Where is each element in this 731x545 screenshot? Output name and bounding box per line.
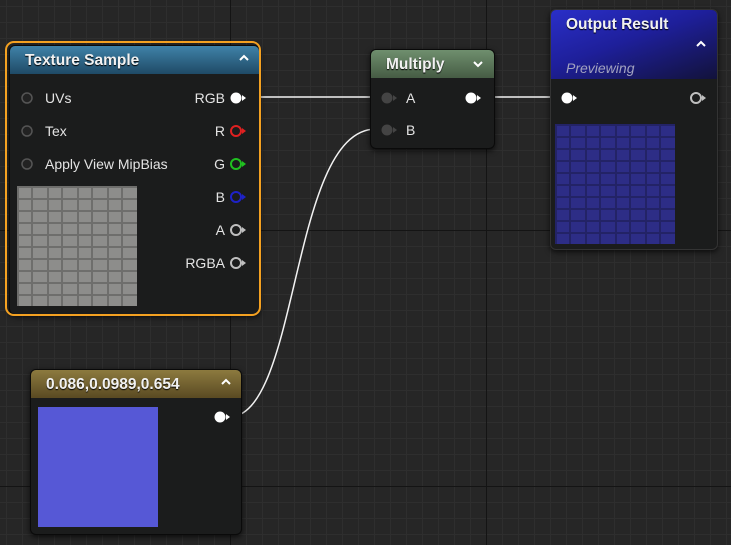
output-result-header[interactable]: Output Result Previewing [551, 10, 717, 79]
a-output-label: A [215, 222, 225, 238]
rgb-output-label: RGB [194, 90, 225, 106]
chevron-up-icon[interactable] [694, 37, 708, 51]
chevron-up-icon[interactable] [237, 51, 251, 65]
multiply-node[interactable]: Multiply A B [370, 49, 495, 149]
output-input-pin[interactable] [560, 91, 578, 105]
b-input-label: B [406, 122, 416, 138]
texture-preview-thumbnail [17, 186, 137, 306]
result-preview-thumbnail [555, 124, 675, 244]
chevron-up-icon[interactable] [219, 375, 233, 389]
rgba-output-label: RGBA [185, 255, 225, 271]
tex-input-pin[interactable] [20, 124, 38, 138]
uvs-input-pin[interactable] [20, 91, 38, 105]
output-output-pin[interactable] [689, 91, 707, 105]
a-input-label: A [406, 90, 416, 106]
g-output-label: G [214, 156, 225, 172]
constant-vector-header[interactable]: 0.086,0.0989,0.654 [31, 370, 241, 398]
rgba-output-pin[interactable] [229, 256, 247, 270]
apply-view-mipbias-label: Apply View MipBias [45, 156, 168, 172]
r-output-label: R [214, 123, 225, 139]
constant-vector-node[interactable]: 0.086,0.0989,0.654 [30, 369, 242, 535]
r-output-pin[interactable] [229, 124, 247, 138]
multiply-header[interactable]: Multiply [371, 50, 494, 78]
node-title: Multiply [386, 56, 445, 73]
g-output-pin[interactable] [229, 157, 247, 171]
uvs-input-label: UVs [45, 90, 72, 106]
a-input-pin[interactable] [380, 91, 398, 105]
b-input-pin[interactable] [380, 123, 398, 137]
previewing-label: Previewing [566, 60, 635, 76]
node-title: Texture Sample [25, 52, 140, 69]
texture-sample-node[interactable]: Texture Sample UVs Tex Apply View MipBia… [9, 45, 260, 315]
tex-input-label: Tex [45, 123, 67, 139]
rgb-output-pin[interactable] [229, 91, 247, 105]
node-title: 0.086,0.0989,0.654 [46, 376, 180, 393]
multiply-output-pin[interactable] [464, 91, 482, 105]
b-output-pin[interactable] [229, 190, 247, 204]
color-swatch-preview [38, 407, 158, 527]
output-result-node[interactable]: Output Result Previewing [550, 9, 718, 250]
node-title: Output Result [566, 16, 669, 33]
b-output-label: B [215, 189, 225, 205]
texture-sample-header[interactable]: Texture Sample [10, 46, 259, 74]
apply-view-mipbias-input-pin[interactable] [20, 157, 38, 171]
chevron-down-icon[interactable] [471, 57, 485, 71]
vector-output-pin[interactable] [213, 410, 231, 424]
a-output-pin[interactable] [229, 223, 247, 237]
